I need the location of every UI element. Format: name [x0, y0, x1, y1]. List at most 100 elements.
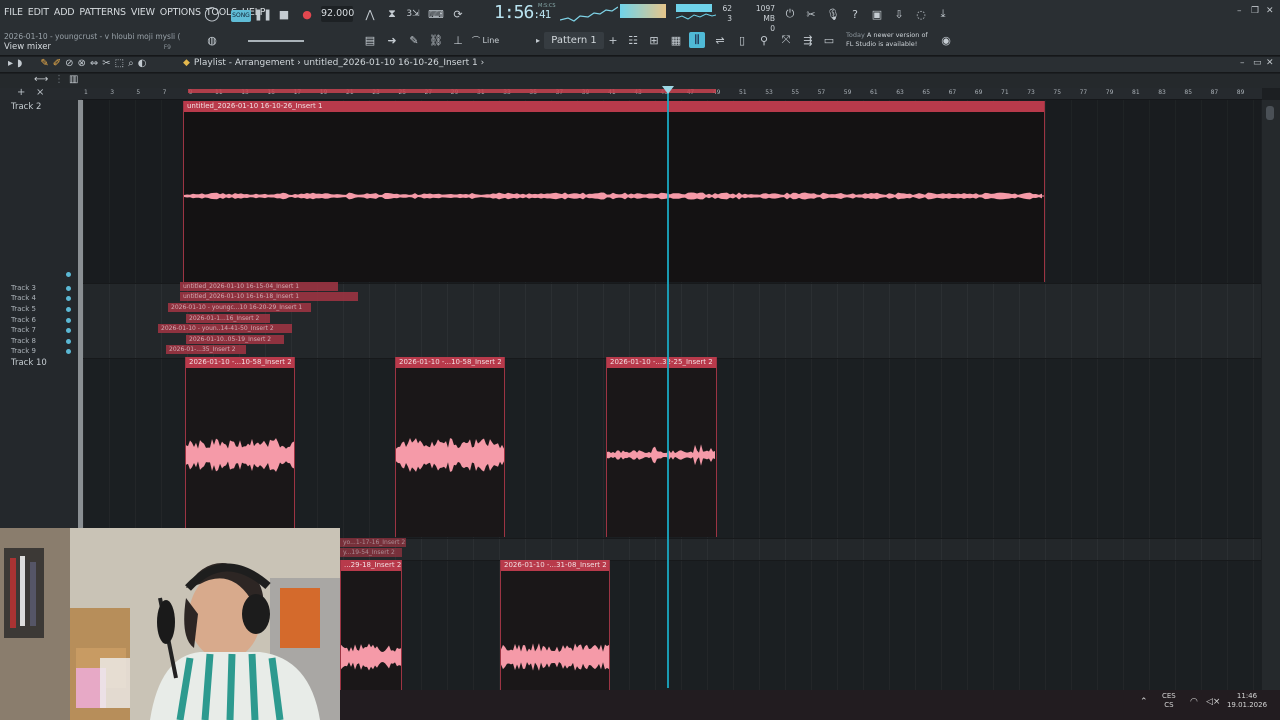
remove-track-icon[interactable]: ×: [36, 87, 44, 98]
microphone-icon[interactable]: 🎙: [825, 6, 841, 22]
loop-record-icon[interactable]: ⟳: [450, 6, 466, 22]
picker-icon[interactable]: ▥: [69, 74, 78, 85]
audio-clip-t13-a[interactable]: ...29-18_Insert 2: [340, 560, 402, 690]
slip-tool-icon[interactable]: ⇔: [90, 58, 98, 69]
piano-roll-icon[interactable]: ⊞: [646, 32, 662, 48]
playhead-line[interactable]: [667, 88, 669, 688]
wifi-icon[interactable]: ◠: [1190, 698, 1198, 707]
cart-icon[interactable]: ▭: [821, 32, 837, 48]
track-group-dot[interactable]: [66, 272, 71, 277]
paint-tool-icon[interactable]: ✐: [53, 58, 61, 69]
zoom-tool-icon[interactable]: ⌕: [128, 58, 134, 69]
menu-edit[interactable]: EDIT: [28, 7, 49, 18]
master-volume-knob-icon[interactable]: ◍: [204, 32, 220, 48]
pause-icon[interactable]: ❚❚: [254, 6, 272, 22]
draw-tool-icon[interactable]: ✎: [40, 58, 48, 69]
record-icon[interactable]: ●: [299, 6, 315, 22]
export-icon[interactable]: ⇩: [891, 6, 907, 22]
track-8-mute[interactable]: [66, 339, 71, 344]
menu-patterns[interactable]: PATTERNS: [79, 7, 126, 18]
track-9-label[interactable]: Track 9: [11, 347, 36, 355]
select-tool-icon[interactable]: ⬚: [115, 58, 124, 69]
pattern-selector[interactable]: Pattern 1: [544, 32, 604, 49]
audio-clip-t10-c[interactable]: 2026-01-10 -...32-25_Insert 2: [606, 357, 717, 537]
track-5-mute[interactable]: [66, 307, 71, 312]
track-7-label[interactable]: Track 7: [11, 326, 36, 334]
metronome-icon[interactable]: ⋀: [362, 6, 378, 22]
master-pitch-slider[interactable]: [248, 40, 304, 42]
playlist-close-icon[interactable]: ✕: [1266, 58, 1274, 68]
clip-track-11[interactable]: yo...1-17-16_Insert 2: [340, 538, 406, 547]
loop-region[interactable]: [188, 89, 716, 93]
stop-icon[interactable]: ■: [276, 6, 292, 22]
song-mode-button[interactable]: SONG: [231, 10, 251, 22]
stamp-icon[interactable]: ⊥: [450, 32, 466, 48]
clip-track-5[interactable]: 2026-01-10 - youngc...10 16-20-29_Insert…: [168, 303, 311, 312]
midi-icon[interactable]: ✂: [803, 6, 819, 22]
menu-file[interactable]: FILE: [4, 7, 23, 18]
countdown-icon[interactable]: 3⇲: [405, 6, 421, 22]
track-6-mute[interactable]: [66, 318, 71, 323]
clip-track-12[interactable]: y...19-54_Insert 2: [340, 548, 402, 557]
tray-chevron-icon[interactable]: ⌃: [1140, 698, 1148, 707]
audio-clip-t10-b[interactable]: 2026-01-10 -...10-58_Insert 2: [395, 357, 505, 537]
link-icon[interactable]: ⛓: [428, 32, 444, 48]
snap-selector[interactable]: ⌒ Line: [472, 35, 499, 46]
clip-track-3[interactable]: untitled_2026-01-10 16-15-04_Insert 1: [180, 282, 338, 291]
audio-clip-main[interactable]: untitled_2026-01-10 16-10-26_Insert 1: [183, 101, 1045, 282]
track-3-mute[interactable]: [66, 286, 71, 291]
playlist-maximize-icon[interactable]: ▭: [1253, 58, 1262, 68]
play-pattern-icon[interactable]: ➜: [384, 32, 400, 48]
help-icon[interactable]: ?: [847, 6, 863, 22]
clip-track-4[interactable]: untitled_2026-01-10 16-16-18_Insert 1: [180, 292, 358, 301]
audio-clip-t13-b[interactable]: 2026-01-10 -...31-08_Insert 2: [500, 560, 610, 690]
scrollbar-thumb[interactable]: [1266, 106, 1274, 120]
track-6-label[interactable]: Track 6: [11, 316, 36, 324]
snap-marker-icon[interactable]: ⟷: [34, 74, 48, 85]
slice-tool-icon[interactable]: ✂: [102, 58, 110, 69]
pattern-list-icon[interactable]: ⋮: [54, 74, 64, 85]
plugin-icon[interactable]: ⚲: [756, 32, 772, 48]
download-icon[interactable]: ⤓: [935, 6, 951, 22]
track-10-label[interactable]: Track 10: [11, 358, 47, 368]
channel-rack-icon[interactable]: ▦: [668, 32, 684, 48]
close-icon[interactable]: ✕: [1266, 6, 1274, 16]
add-track-icon[interactable]: +: [17, 87, 25, 98]
mixer-icon[interactable]: ⫼: [689, 32, 705, 48]
clip-track-7[interactable]: 2026-01-10 - youn..14-41-50_Insert 2: [158, 324, 292, 333]
brush-icon[interactable]: ✎: [406, 32, 422, 48]
delete-tool-icon[interactable]: ⊘: [65, 58, 73, 69]
chat-icon[interactable]: ◌: [913, 6, 929, 22]
menu-add[interactable]: ADD: [54, 7, 75, 18]
playlist-icon[interactable]: ☷: [625, 32, 641, 48]
record-mode-icon[interactable]: ◯: [204, 6, 220, 22]
project-browser-icon[interactable]: ▯: [734, 32, 750, 48]
clip-track-6[interactable]: 2026-01-1...16_Insert 2: [186, 314, 270, 323]
script-icon[interactable]: ⇶: [800, 32, 816, 48]
plugin-picker-icon[interactable]: ⇌: [712, 32, 728, 48]
vertical-scrollbar[interactable]: [1262, 100, 1280, 690]
tempo-display[interactable]: 92.000: [321, 6, 354, 22]
track-4-label[interactable]: Track 4: [11, 294, 36, 302]
wait-input-icon[interactable]: ⧗: [384, 6, 400, 22]
menu-options[interactable]: OPTIONS: [160, 7, 201, 18]
playhead-marker[interactable]: [662, 86, 674, 94]
maximize-icon[interactable]: ❐: [1251, 6, 1259, 16]
touch-controller-icon[interactable]: ⤧: [778, 32, 794, 48]
browser-icon[interactable]: ▤: [362, 32, 378, 48]
track-4-mute[interactable]: [66, 296, 71, 301]
clip-track-8[interactable]: 2026-01-10..05-19_Insert 2: [186, 335, 284, 344]
track-2-label[interactable]: Track 2: [11, 102, 41, 112]
volume-mute-icon[interactable]: ◁×: [1206, 698, 1220, 707]
audio-clip-t10-a[interactable]: 2026-01-10 -...10-58_Insert 2: [185, 357, 295, 537]
options-arrow-icon[interactable]: ▸: [8, 58, 13, 69]
track-3-label[interactable]: Track 3: [11, 284, 36, 292]
step-edit-icon[interactable]: ⌨: [428, 6, 444, 22]
playback-tool-icon[interactable]: ◐: [138, 58, 147, 69]
save-icon[interactable]: ▣: [869, 6, 885, 22]
news-panel[interactable]: Today A newer version of FL Studio is ava…: [846, 31, 928, 49]
playlist-minimize-icon[interactable]: –: [1240, 58, 1245, 68]
playlist-arrow-icon[interactable]: ◆: [183, 58, 190, 68]
track-9-mute[interactable]: [66, 349, 71, 354]
menu-view[interactable]: VIEW: [131, 7, 155, 18]
